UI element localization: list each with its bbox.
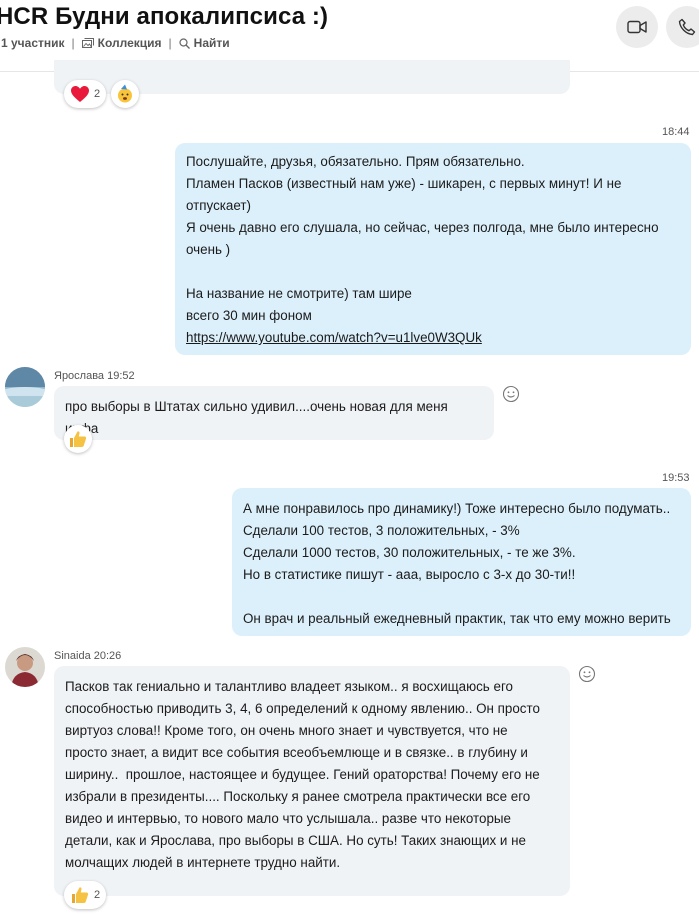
collection-link[interactable]: Коллекция	[81, 36, 162, 50]
message-line: Он врач и реальный ежедневный практик, т…	[243, 611, 671, 626]
search-link[interactable]: Найти	[179, 36, 230, 50]
phone-icon	[678, 18, 696, 36]
message-line: избрали в президенты.... Поскольку я ран…	[65, 789, 531, 804]
participants-link[interactable]: 1 участник	[1, 36, 65, 50]
message-line: виртуоз слова!! Кроме того, он очень мно…	[65, 723, 508, 738]
message-line: всего 30 мин фоном	[186, 308, 312, 323]
audio-call-button[interactable]	[666, 6, 699, 48]
video-call-button[interactable]	[616, 6, 658, 48]
message-line: Послушайте, друзья, обязательно. Прям об…	[186, 154, 525, 169]
avatar-image	[5, 647, 45, 687]
message-line: ширину.. прошлое, настоящее и будущее. Г…	[65, 767, 540, 782]
reaction-thumbs-up[interactable]: 2	[64, 881, 107, 909]
message-bubble-incoming[interactable]: про выборы в Штатах сильно удивил....оче…	[54, 386, 494, 440]
reaction-count: 2	[94, 889, 101, 901]
message-time: 19:52	[107, 370, 135, 382]
message-line	[243, 586, 679, 608]
participants-label: 1 участник	[1, 36, 65, 50]
message-line: Сделали 100 тестов, 3 положительных, - 3…	[243, 523, 520, 538]
chat-title[interactable]: HCR Будни апокалипсиса :)	[0, 3, 328, 31]
gallery-icon	[81, 38, 94, 48]
message-time: 19:53	[662, 472, 690, 484]
reaction-count: 2	[94, 88, 101, 100]
avatar-sinaida[interactable]	[5, 647, 45, 687]
message-time: 18:44	[662, 126, 690, 138]
message-line: Я очень давно его слушала, но сейчас, че…	[186, 220, 659, 235]
add-reaction-icon[interactable]	[502, 385, 520, 403]
search-label: Найти	[193, 36, 230, 50]
message-line	[186, 261, 679, 283]
message-line: детали, как и Ярослава, про выборы в США…	[65, 833, 526, 848]
avatar-image	[5, 367, 45, 407]
message-text: про выборы в Штатах сильно удивил....оче…	[65, 399, 448, 436]
message-bubble-incoming[interactable]: Пасков так гениально и талантливо владее…	[54, 666, 570, 896]
message-line: молчащих людей в интернете трудно найти.	[65, 855, 341, 870]
message-line: На название не смотрите) там шире	[186, 286, 412, 301]
message-line: просто знает, а видит все события всеобъ…	[65, 745, 528, 760]
message-line: А мне понравилось про динамику!) Тоже ин…	[243, 501, 671, 516]
separator: |	[168, 36, 172, 50]
separator: |	[71, 36, 75, 50]
message-line: очень )	[186, 242, 231, 257]
message-line: Сделали 1000 тестов, 30 положительных, -…	[243, 545, 576, 560]
message-line: Но в статистике пишут - ааа, выросло с 3…	[243, 567, 576, 582]
message-line: Пламен Пасков (известный нам уже) - шика…	[186, 176, 622, 191]
message-time: 20:26	[93, 650, 122, 662]
party-face-icon	[118, 84, 132, 103]
sender-line: Ярослава 19:52	[54, 370, 135, 382]
reaction-heart[interactable]: 2	[64, 80, 107, 108]
thumbs-up-icon	[72, 887, 89, 903]
search-icon	[179, 37, 190, 49]
message-line: отпускает)	[186, 198, 251, 213]
chat-meta: 1 участник | Коллекция | Найти	[1, 36, 230, 50]
youtube-link[interactable]: https://www.youtube.com/watch?v=u1lve0W3…	[186, 330, 482, 345]
video-camera-icon	[627, 20, 647, 34]
message-bubble-outgoing[interactable]: А мне понравилось про динамику!) Тоже ин…	[232, 488, 691, 636]
thumbs-up-icon	[70, 431, 87, 447]
heart-icon	[71, 86, 89, 102]
message-line: видео и интервью, то нового мало что усл…	[65, 811, 512, 826]
message-line: способностью приводить 3, 4, 6 определен…	[65, 701, 540, 716]
reaction-thumbs-up[interactable]	[64, 425, 92, 453]
collection-label: Коллекция	[97, 36, 162, 50]
sender-name: Sinaida	[54, 650, 91, 662]
avatar-yaroslava[interactable]	[5, 367, 45, 407]
add-reaction-icon[interactable]	[578, 665, 596, 683]
message-line: Пасков так гениально и талантливо владее…	[65, 679, 513, 694]
message-bubble-outgoing[interactable]: Послушайте, друзья, обязательно. Прям об…	[175, 143, 691, 355]
reaction-party[interactable]	[111, 80, 139, 108]
sender-line: Sinaida 20:26	[54, 650, 121, 662]
sender-name: Ярослава	[54, 370, 105, 382]
